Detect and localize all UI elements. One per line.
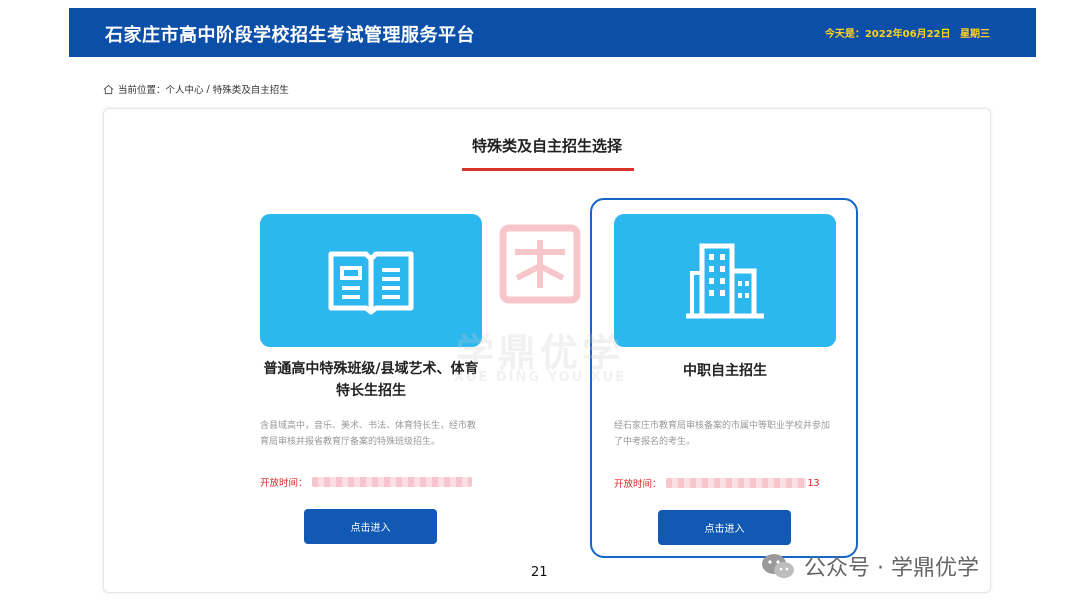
- open-time: 开放时间：: [260, 475, 472, 489]
- top-header: 石家庄市高中阶段学校招生考试管理服务平台 今天是：2022年06月22日 星期三: [69, 8, 1036, 57]
- redacted-open-time: [665, 478, 806, 488]
- card-special-class-admission[interactable]: 普通高中特殊班级/县域艺术、体育特长生招生 含县域高中，音乐、美术、书法、体育特…: [247, 198, 515, 558]
- page-number: 21: [531, 565, 548, 580]
- home-icon[interactable]: [103, 84, 114, 95]
- current-date: 今天是：2022年06月22日 星期三: [819, 25, 990, 40]
- breadcrumb-item-personal-center[interactable]: 个人中心: [166, 82, 204, 96]
- title-underline: [462, 168, 634, 171]
- wechat-text: 公众号 · 学鼎优学: [804, 556, 979, 581]
- selection-panel: 特殊类及自主招生选择 普通高中特殊班级/县域艺术、体育特长生招生 含县域高中，音…: [103, 108, 991, 593]
- card-description: 含县域高中，音乐、美术、书法、体育特长生，经市教育局审核并报省教育厅备案的特殊班…: [260, 421, 477, 447]
- breadcrumb-prefix: 当前位置：: [118, 85, 166, 96]
- building-icon: [686, 243, 764, 318]
- open-time-tail: 13: [807, 477, 820, 489]
- breadcrumb: 当前位置： 个人中心 / 特殊类及自主招生: [103, 82, 289, 96]
- open-time-label: 开放时间：: [260, 478, 308, 489]
- redacted-open-time: [311, 477, 472, 487]
- open-time-label: 开放时间：: [614, 479, 662, 490]
- card-vocational-admission[interactable]: 中职自主招生 经石家庄市教育局审核备案的市属中等职业学校并参加了中考报名的考生。…: [590, 198, 858, 558]
- weekday-text: 星期三: [960, 29, 990, 40]
- card-title: 中职自主招生: [683, 363, 767, 379]
- breadcrumb-separator: /: [206, 83, 210, 95]
- wechat-icon: [762, 554, 794, 578]
- enter-button-vocational[interactable]: 点击进入: [658, 510, 791, 545]
- breadcrumb-item-special-admission: 特殊类及自主招生: [212, 85, 289, 96]
- platform-title: 石家庄市高中阶段学校招生考试管理服务平台: [105, 25, 475, 46]
- open-time: 开放时间： 13: [614, 476, 820, 491]
- open-book-icon: [328, 251, 414, 314]
- panel-title: 特殊类及自主招生选择: [471, 137, 622, 155]
- date-text: 今天是：2022年06月22日: [824, 29, 951, 40]
- wechat-account-badge: 公众号 · 学鼎优学: [760, 550, 979, 582]
- card-description: 经石家庄市教育局审核备案的市属中等职业学校并参加了中考报名的考生。: [614, 421, 831, 447]
- enter-button-special-class[interactable]: 点击进入: [304, 509, 437, 544]
- card-banner: [260, 214, 482, 347]
- card-banner: [614, 214, 836, 347]
- card-title: 普通高中特殊班级/县域艺术、体育特长生招生: [263, 361, 479, 399]
